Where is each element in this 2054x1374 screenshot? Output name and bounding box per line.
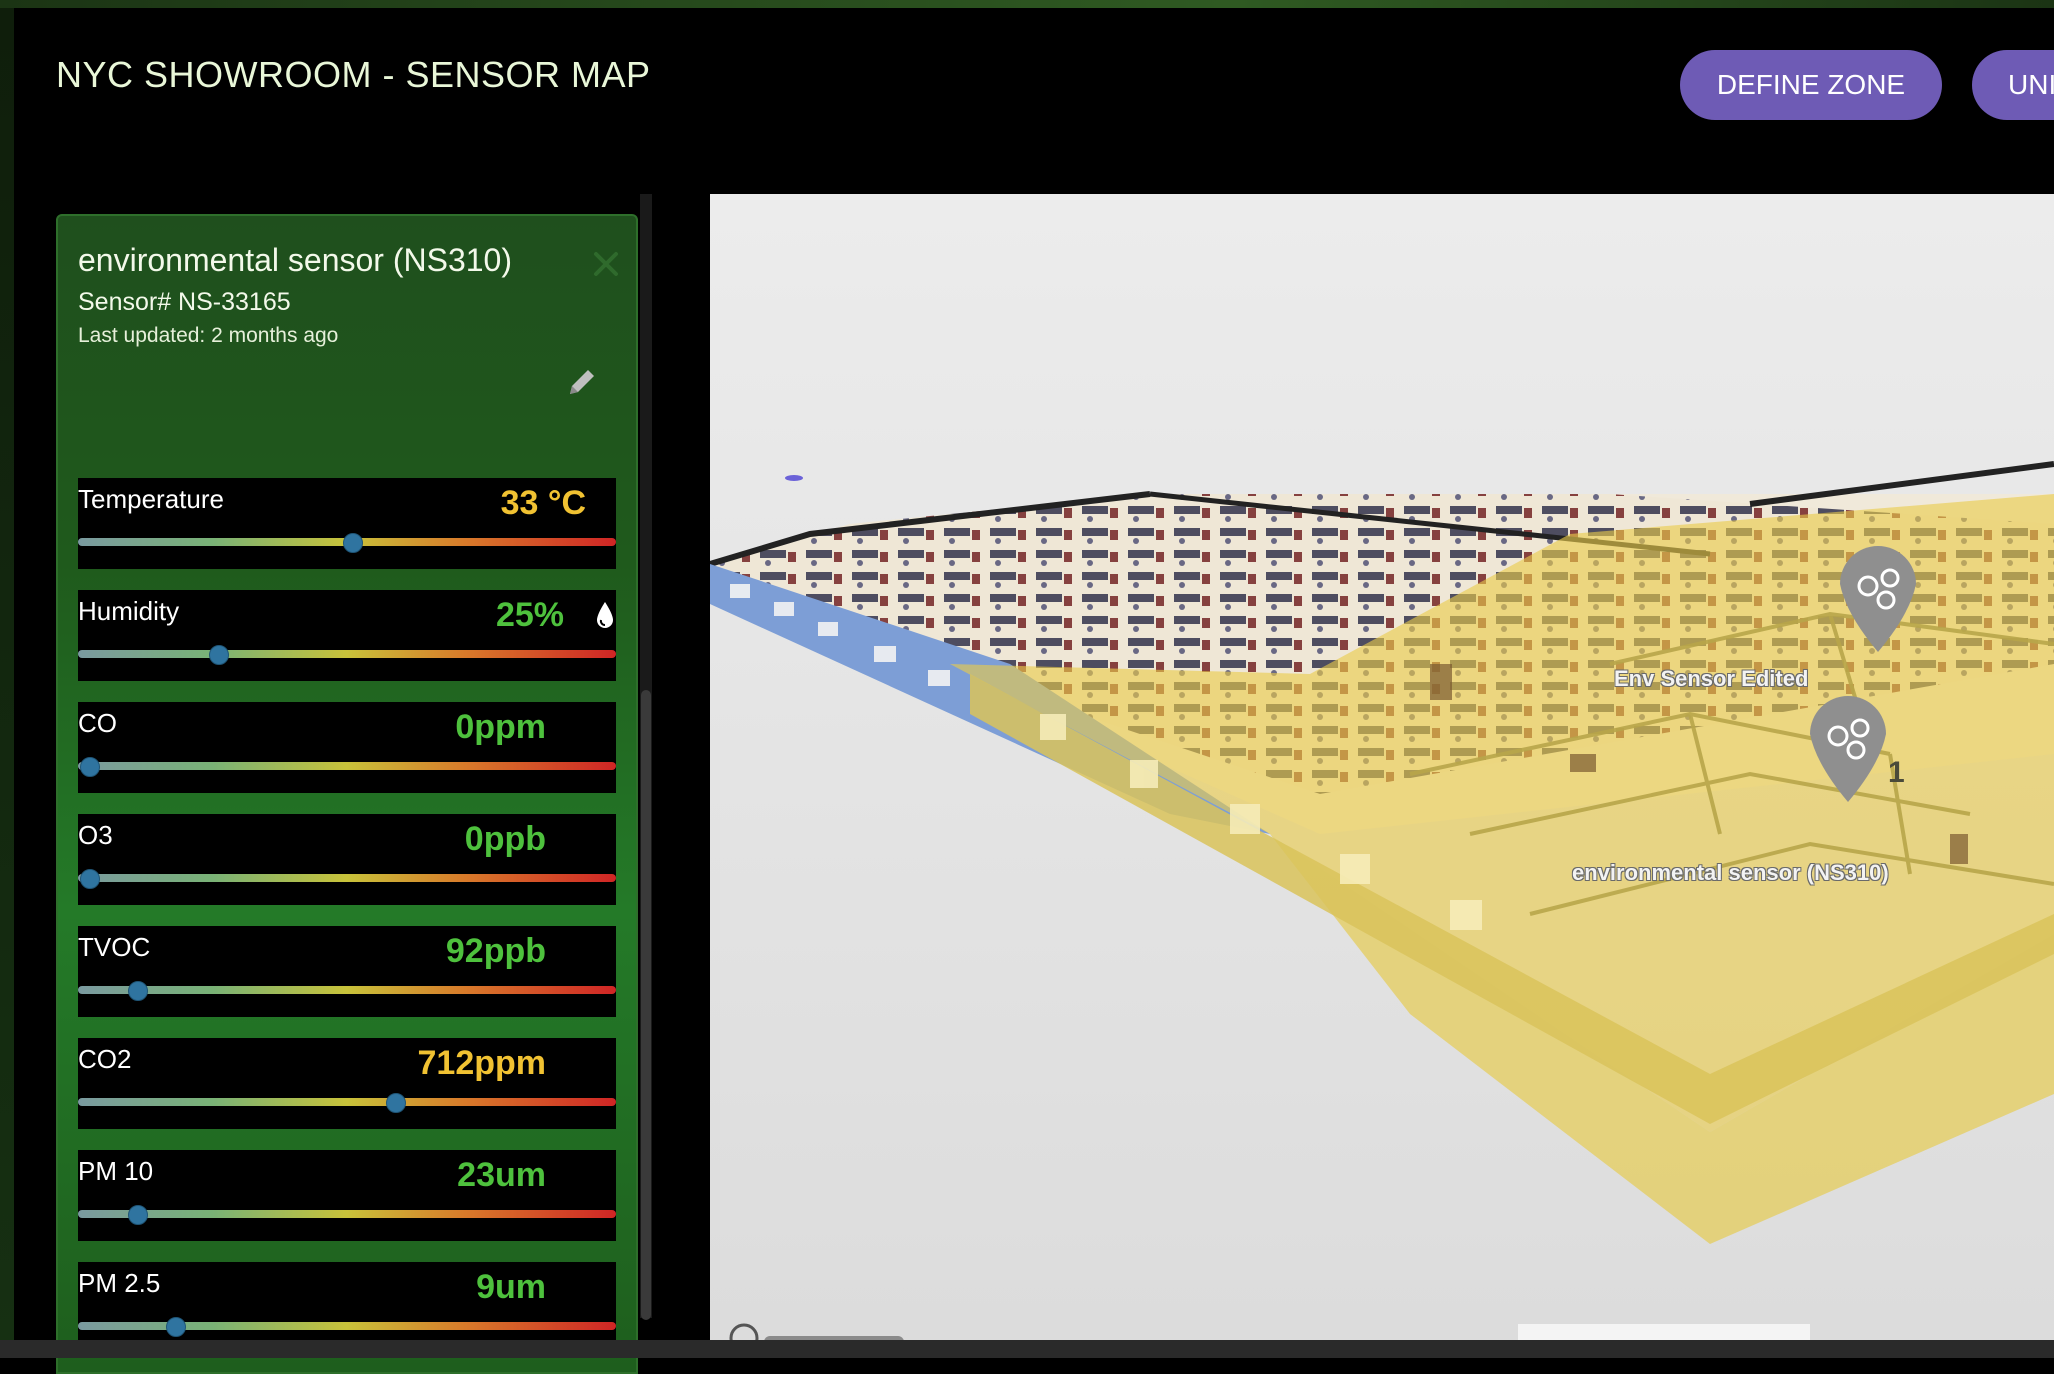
metric-label: PM 2.5 bbox=[78, 1268, 161, 1298]
metric-value: 0ppm bbox=[455, 708, 546, 746]
level-track bbox=[78, 874, 616, 882]
level-indicator bbox=[79, 757, 100, 777]
metric-value: 9um bbox=[476, 1268, 546, 1306]
sensor-details-panel: environmental sensor (NS310) Sensor# NS-… bbox=[56, 214, 638, 1374]
floor-map[interactable]: 1 Env Sensor Edited environmental sensor… bbox=[710, 194, 2054, 1340]
level-track bbox=[78, 986, 616, 994]
edit-pencil-icon[interactable] bbox=[566, 364, 600, 398]
page-title: NYC SHOWROOM - SENSOR MAP bbox=[56, 54, 651, 95]
mapbox-logo-icon[interactable] bbox=[728, 1322, 918, 1340]
level-indicator bbox=[386, 1093, 407, 1113]
define-zone-button[interactable]: DEFINE ZONE bbox=[1680, 50, 1942, 120]
water-drop-icon bbox=[597, 602, 613, 628]
left-edge-glow bbox=[0, 8, 14, 1358]
floor-plan-3d: 1 bbox=[710, 461, 2054, 1244]
level-track bbox=[78, 1098, 616, 1106]
metric-label: TVOC bbox=[78, 932, 151, 962]
level-indicator bbox=[343, 533, 364, 553]
level-track bbox=[78, 762, 616, 770]
metric-label: PM 10 bbox=[78, 1156, 154, 1186]
level-indicator bbox=[128, 1205, 149, 1225]
metric-label: CO bbox=[78, 708, 117, 738]
metric-value: 92ppb bbox=[445, 932, 546, 970]
metric-tvoc: TVOC 92ppb bbox=[78, 926, 616, 1017]
level-indicator bbox=[128, 981, 149, 1001]
sensor-name: environmental sensor (NS310) bbox=[78, 242, 512, 278]
panel-scrollbar-thumb[interactable] bbox=[641, 690, 651, 1320]
metric-humidity: Humidity 25% bbox=[78, 590, 616, 681]
level-track bbox=[78, 1322, 616, 1330]
last-updated: Last updated: 2 months ago bbox=[78, 324, 339, 347]
metric-co2: CO2 712ppm bbox=[78, 1038, 616, 1129]
level-track bbox=[78, 1210, 616, 1218]
blue-location-dot bbox=[785, 475, 803, 481]
level-indicator bbox=[79, 869, 100, 889]
level-indicator bbox=[165, 1317, 186, 1337]
level-track bbox=[78, 650, 616, 658]
metric-label: CO2 bbox=[78, 1044, 132, 1074]
level-indicator bbox=[208, 645, 229, 665]
undefine-zone-button[interactable]: UNI bbox=[1972, 50, 2054, 120]
metric-value: 0ppb bbox=[464, 820, 546, 858]
zone-number: 1 bbox=[1888, 756, 1905, 789]
metric-label: Humidity bbox=[78, 596, 180, 626]
metric-o3: O3 0ppb bbox=[78, 814, 616, 905]
metric-value: 23um bbox=[457, 1156, 546, 1194]
metric-label: Temperature bbox=[78, 484, 224, 514]
top-accent-line bbox=[0, 0, 2054, 8]
metric-co: CO 0ppm bbox=[78, 702, 616, 793]
metric-value: 712ppm bbox=[417, 1044, 547, 1082]
map-attribution bbox=[1518, 1324, 1810, 1340]
marker-label[interactable]: Env Sensor Edited bbox=[1614, 666, 1808, 692]
marker-label[interactable]: environmental sensor (NS310) bbox=[1572, 860, 1889, 886]
metric-pm10: PM 10 23um bbox=[78, 1150, 616, 1241]
window-bottom-bar bbox=[0, 1340, 2054, 1358]
metric-temperature: Temperature 33 °C bbox=[78, 478, 616, 569]
metric-label: O3 bbox=[78, 820, 113, 850]
sensor-id: Sensor# NS-33165 bbox=[78, 288, 291, 316]
metric-value: 25% bbox=[495, 596, 564, 634]
close-icon[interactable] bbox=[590, 248, 622, 280]
metric-value: 33 °C bbox=[500, 484, 586, 522]
